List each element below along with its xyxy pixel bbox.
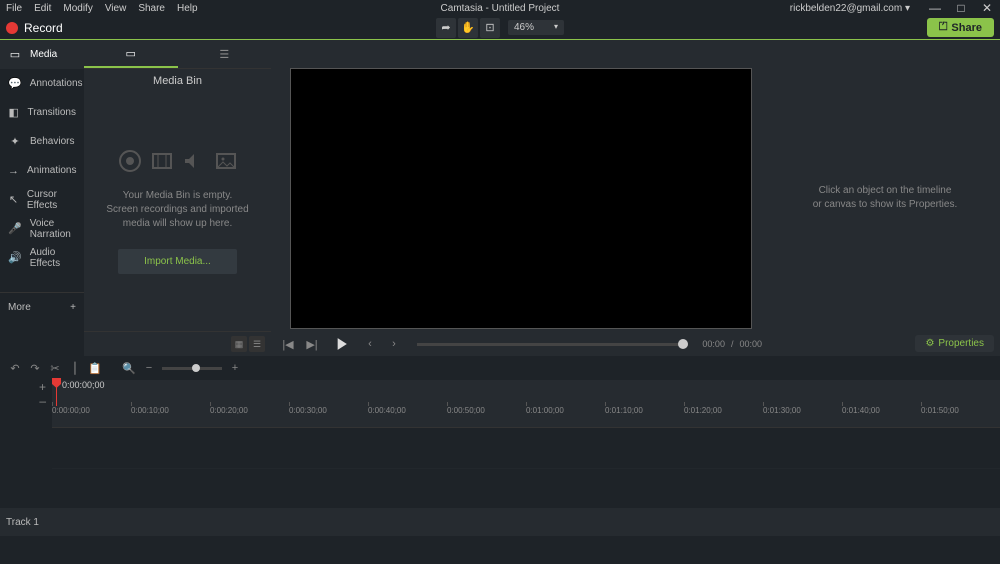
sidebar-item-audio-effects[interactable]: 🔊Audio Effects [0, 243, 84, 272]
maximize-icon[interactable]: □ [954, 1, 968, 15]
playback-bar: |◀ ▶| ‹ › 00:00 / 00:00 [271, 332, 770, 356]
image-icon [214, 149, 238, 173]
share-icon: ⏍ [939, 21, 947, 34]
ruler-tick: 0:00:20;00 [210, 406, 248, 415]
track-row-1[interactable] [52, 508, 1000, 536]
cursor-icon: ↖ [8, 193, 19, 206]
zoom-out-button[interactable]: − [142, 362, 156, 374]
playhead-time: 0:00:00;00 [62, 380, 105, 390]
grid-view-icon[interactable]: ▦ [231, 336, 247, 352]
crop-tool-icon[interactable]: ⊡ [480, 18, 500, 38]
account-email[interactable]: rickbelden22@gmail.com ▾ [790, 3, 910, 14]
sidebar-item-cursor-effects[interactable]: ↖Cursor Effects [0, 185, 84, 214]
behaviors-icon: ✦ [8, 135, 22, 148]
canvas-zoom-select[interactable]: 46% [508, 20, 564, 35]
cut-button[interactable]: ✂ [48, 362, 62, 375]
ruler-tick: 0:00:30;00 [289, 406, 327, 415]
bin-icon: ▭ [126, 47, 136, 60]
list-view-icon[interactable]: ☰ [249, 336, 265, 352]
menu-help[interactable]: Help [177, 3, 198, 14]
sidebar-more[interactable]: More+ [0, 292, 84, 321]
window-title: Camtasia - Untitled Project [441, 3, 560, 14]
mic-icon: 🎤 [8, 222, 22, 235]
panel-title: Media Bin [84, 69, 271, 93]
annotations-icon: 💬 [8, 77, 22, 90]
bin-empty-icons [94, 149, 261, 173]
next-marker-button[interactable]: › [385, 335, 403, 353]
film-icon [150, 149, 174, 173]
time-total: 00:00 [739, 339, 762, 349]
tool-sidebar: ▭Media 💬Annotations ◧Transitions ✦Behavi… [0, 40, 84, 356]
canvas[interactable] [290, 68, 752, 329]
record-button[interactable]: Record [6, 21, 63, 35]
hand-tool-icon[interactable]: ✋ [458, 18, 478, 38]
ruler-tick: 0:00:40;00 [368, 406, 406, 415]
record-icon [6, 22, 18, 34]
paste-button[interactable]: 📋 [88, 362, 102, 375]
prev-frame-button[interactable]: |◀ [279, 335, 297, 353]
ruler-tick: 0:01:00;00 [526, 406, 564, 415]
share-button[interactable]: ⏍ Share [927, 18, 994, 37]
zoom-fit-icon[interactable]: 🔍 [122, 362, 136, 375]
split-button[interactable]: ⎮ [68, 362, 82, 375]
list-icon: ☰ [219, 48, 229, 61]
undo-button[interactable]: ↶ [8, 362, 22, 375]
menu-edit[interactable]: Edit [34, 3, 51, 14]
track-label-1[interactable]: Track 1 [0, 508, 52, 536]
timeline-ruler[interactable]: 0:00:00;00 0:00:10;00 0:00:20;00 0:00:30;00… [52, 406, 1000, 428]
play-button[interactable] [327, 330, 355, 358]
properties-panel: Click an object on the timeline or canva… [770, 40, 1000, 356]
panel-tab-bin[interactable]: ▭ [84, 40, 178, 68]
transitions-icon: ◧ [8, 106, 19, 119]
close-icon[interactable]: ✕ [980, 1, 994, 15]
sidebar-item-annotations[interactable]: 💬Annotations [0, 69, 84, 98]
sidebar-item-animations[interactable]: →Animations [0, 156, 84, 185]
playhead[interactable] [56, 380, 57, 406]
timeline-zoom-slider[interactable] [162, 367, 222, 370]
menu-bar: File Edit Modify View Share Help [6, 3, 198, 14]
speaker-icon: 🔊 [8, 251, 22, 264]
ruler-tick: 0:00:00;00 [52, 406, 90, 415]
menu-view[interactable]: View [105, 3, 127, 14]
playback-slider[interactable] [417, 343, 688, 346]
panel-tab-library[interactable]: ☰ [178, 40, 272, 68]
next-frame-button[interactable]: ▶| [303, 335, 321, 353]
ruler-tick: 0:01:40;00 [842, 406, 880, 415]
redo-button[interactable]: ↷ [28, 362, 42, 375]
animations-icon: → [8, 165, 19, 177]
sidebar-item-transitions[interactable]: ◧Transitions [0, 98, 84, 127]
ruler-tick: 0:01:30;00 [763, 406, 801, 415]
gear-icon: ⚙ [925, 338, 934, 349]
bin-empty-text: Your Media Bin is empty. Screen recordin… [94, 189, 261, 231]
collapse-tracks-button[interactable]: – [0, 394, 52, 408]
pointer-tool-icon[interactable]: ➦ [436, 18, 456, 38]
menu-modify[interactable]: Modify [63, 3, 92, 14]
sidebar-item-media[interactable]: ▭Media [0, 40, 84, 69]
add-track-button[interactable]: + [0, 380, 52, 394]
prev-marker-button[interactable]: ‹ [361, 335, 379, 353]
plus-icon: + [70, 302, 76, 313]
time-current: 00:00 [702, 339, 725, 349]
menu-file[interactable]: File [6, 3, 22, 14]
minimize-icon[interactable]: — [928, 1, 942, 15]
properties-button[interactable]: ⚙ Properties [915, 335, 994, 352]
menu-share[interactable]: Share [138, 3, 165, 14]
ruler-tick: 0:00:10;00 [131, 406, 169, 415]
audio-icon [182, 149, 206, 173]
sidebar-item-behaviors[interactable]: ✦Behaviors [0, 127, 84, 156]
media-panel: ▭ ☰ Media Bin Your Media Bin is empty. S… [84, 40, 271, 356]
record-circle-icon [118, 149, 142, 173]
zoom-in-button[interactable]: + [228, 362, 242, 374]
ruler-tick: 0:01:50;00 [921, 406, 959, 415]
ruler-tick: 0:01:20;00 [684, 406, 722, 415]
ruler-tick: 0:01:10;00 [605, 406, 643, 415]
timeline: ↶ ↷ ✂ ⎮ 📋 🔍 − + + – 0:00:00;00 0:00:00;0… [0, 356, 1000, 564]
ruler-tick: 0:00:50;00 [447, 406, 485, 415]
import-media-button[interactable]: Import Media... [118, 249, 237, 274]
sidebar-item-voice-narration[interactable]: 🎤Voice Narration [0, 214, 84, 243]
canvas-area [271, 40, 770, 356]
media-icon: ▭ [8, 48, 22, 61]
